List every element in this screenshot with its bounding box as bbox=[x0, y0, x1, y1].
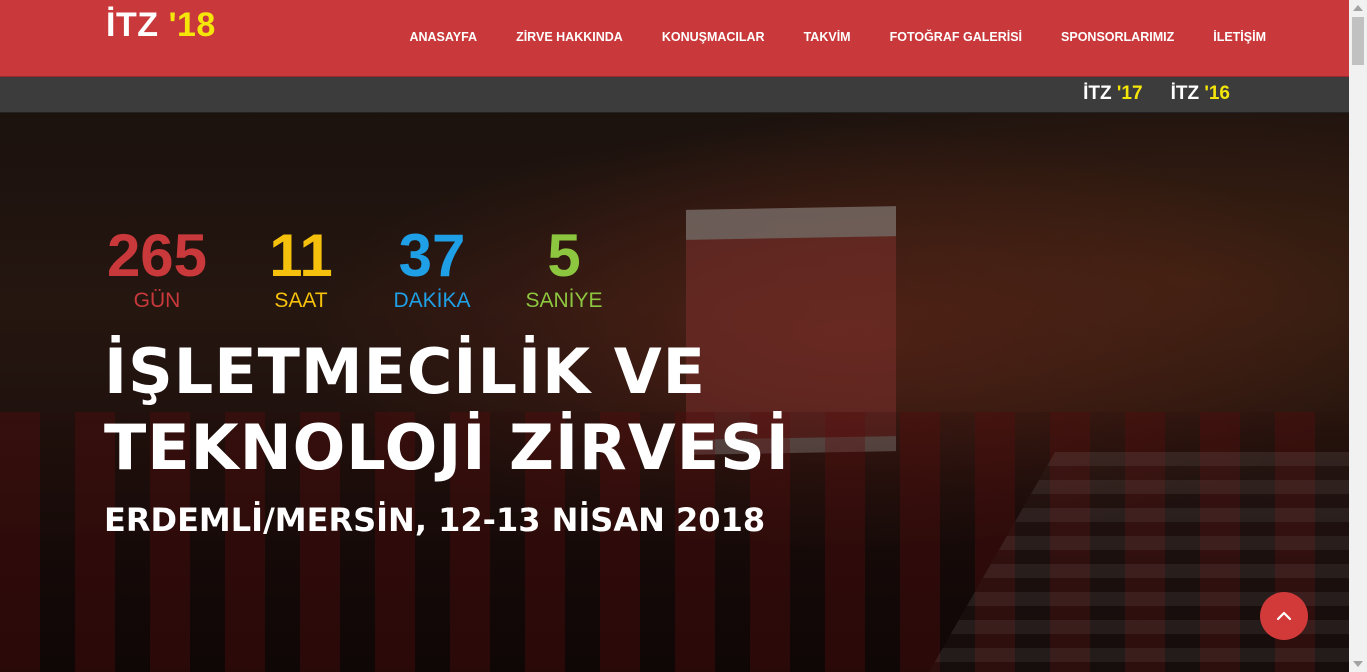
itz-16-text: İTZ bbox=[1170, 83, 1200, 104]
countdown-seconds-value: 5 bbox=[547, 222, 581, 289]
page-scrollbar[interactable] bbox=[1349, 0, 1367, 672]
nav-item-fotograf-galerisi[interactable]: FOTOĞRAF GALERİSİ bbox=[870, 28, 1041, 46]
countdown-days-label: GÜN bbox=[133, 289, 181, 312]
countdown-hours: 11 SAAT bbox=[267, 224, 335, 314]
countdown-hours-value: 11 bbox=[269, 222, 333, 289]
itz-17-year: '17 bbox=[1116, 83, 1143, 104]
itz-16-year: '16 bbox=[1204, 83, 1230, 104]
countdown-seconds-label: SANİYE bbox=[525, 289, 603, 312]
hero-subtitle: ERDEMLİ/MERSİN, 12-13 NİSAN 2018 bbox=[104, 501, 766, 539]
scroll-down-arrow-icon[interactable] bbox=[1353, 661, 1363, 667]
previous-events-bar: İTZ '17 İTZ '16 bbox=[0, 77, 1349, 113]
itz-17-text: İTZ bbox=[1083, 83, 1112, 104]
itz-17-link[interactable]: İTZ '17 bbox=[1083, 83, 1142, 105]
nav-item-anasayfa[interactable]: ANASAYFA bbox=[390, 28, 497, 46]
countdown-minutes-value: 37 bbox=[398, 222, 466, 289]
scrollbar-thumb[interactable] bbox=[1352, 17, 1364, 65]
countdown-seconds: 5 SANİYE bbox=[524, 224, 604, 314]
countdown-days-value: 265 bbox=[106, 222, 208, 289]
countdown-days: 265 GÜN bbox=[104, 224, 210, 314]
previous-events-links: İTZ '17 İTZ '16 bbox=[1083, 83, 1230, 105]
countdown-minutes: 37 DAKİKA bbox=[390, 224, 474, 314]
site-header: İTZ '18 ANASAYFA ZİRVE HAKKINDA KONUŞMAC… bbox=[0, 0, 1349, 77]
nav-item-takvim[interactable]: TAKVİM bbox=[784, 28, 870, 46]
site-logo[interactable]: İTZ '18 bbox=[106, 6, 216, 45]
main-nav: ANASAYFA ZİRVE HAKKINDA KONUŞMACILAR TAK… bbox=[390, 28, 1266, 46]
scroll-to-top-button[interactable] bbox=[1260, 592, 1308, 640]
countdown-minutes-label: DAKİKA bbox=[393, 289, 471, 312]
itz-16-link[interactable]: İTZ '16 bbox=[1171, 83, 1230, 105]
logo-text: İTZ bbox=[106, 6, 159, 44]
hero-title: İŞLETMECİLİK VE TEKNOLOJİ ZİRVESİ bbox=[104, 335, 790, 484]
nav-item-sponsorlarimiz[interactable]: SPONSORLARIMIZ bbox=[1042, 28, 1194, 46]
chevron-up-icon bbox=[1276, 611, 1292, 621]
nav-item-iletisim[interactable]: İLETİŞİM bbox=[1194, 28, 1266, 46]
nav-item-zirve-hakkinda[interactable]: ZİRVE HAKKINDA bbox=[497, 28, 643, 46]
logo-year: '18 bbox=[168, 6, 216, 44]
countdown-hours-label: SAAT bbox=[274, 289, 328, 312]
nav-item-konusmacilar[interactable]: KONUŞMACILAR bbox=[642, 28, 784, 46]
scroll-up-arrow-icon[interactable] bbox=[1353, 5, 1363, 11]
